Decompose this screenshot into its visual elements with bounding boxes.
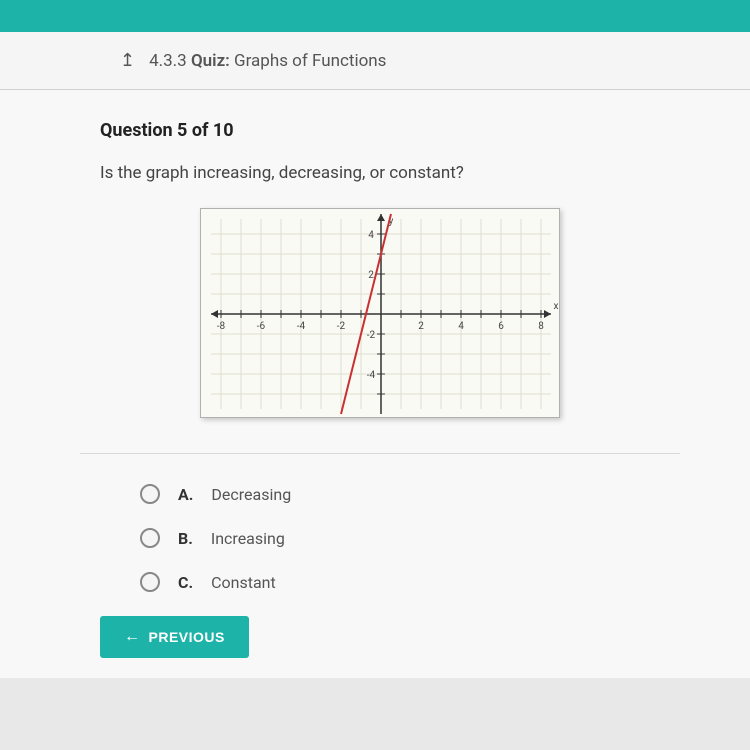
radio-a[interactable] xyxy=(140,484,160,504)
svg-text:-4: -4 xyxy=(367,370,376,381)
svg-text:4: 4 xyxy=(368,230,374,241)
options-list: A. Decreasing B. Increasing C. Constant xyxy=(100,484,660,592)
option-a[interactable]: A. Decreasing xyxy=(140,484,660,504)
back-arrow-icon[interactable]: ↥ xyxy=(120,50,135,71)
radio-b[interactable] xyxy=(140,528,160,548)
question-number: Question 5 of 10 xyxy=(100,120,660,141)
graph-svg: -8-6 -4-2 24 68 42 -2-4 yx xyxy=(201,209,561,419)
svg-text:2: 2 xyxy=(368,270,374,281)
content-area: Question 5 of 10 Is the graph increasing… xyxy=(0,90,750,678)
divider xyxy=(80,453,680,454)
svg-text:-2: -2 xyxy=(337,321,346,332)
option-text: Decreasing xyxy=(211,485,291,504)
header-text: 4.3.3 Quiz: Graphs of Functions xyxy=(149,51,386,71)
svg-text:-4: -4 xyxy=(297,321,306,332)
svg-text:6: 6 xyxy=(498,321,504,332)
svg-text:-8: -8 xyxy=(217,321,226,332)
svg-text:-2: -2 xyxy=(367,330,376,341)
radio-c[interactable] xyxy=(140,572,160,592)
option-letter: B. xyxy=(178,529,193,548)
previous-button[interactable]: ← PREVIOUS xyxy=(100,616,249,658)
quiz-label: Quiz: xyxy=(191,51,230,71)
svg-text:x: x xyxy=(554,301,559,312)
graph-container: -8-6 -4-2 24 68 42 -2-4 yx xyxy=(100,208,660,418)
quiz-title: Graphs of Functions xyxy=(234,51,386,71)
arrow-left-icon: ← xyxy=(124,628,141,646)
graph: -8-6 -4-2 24 68 42 -2-4 yx xyxy=(200,208,560,418)
option-b[interactable]: B. Increasing xyxy=(140,528,660,548)
section-number: 4.3.3 xyxy=(149,51,187,71)
option-letter: A. xyxy=(178,485,193,504)
svg-text:4: 4 xyxy=(458,321,464,332)
svg-text:2: 2 xyxy=(418,321,424,332)
previous-label: PREVIOUS xyxy=(149,629,225,645)
option-text: Constant xyxy=(211,573,276,592)
svg-text:-6: -6 xyxy=(257,321,266,332)
question-text: Is the graph increasing, decreasing, or … xyxy=(100,163,660,183)
option-c[interactable]: C. Constant xyxy=(140,572,660,592)
svg-text:8: 8 xyxy=(538,321,544,332)
option-text: Increasing xyxy=(211,529,285,548)
top-banner xyxy=(0,0,750,32)
option-letter: C. xyxy=(178,573,193,592)
quiz-header: ↥ 4.3.3 Quiz: Graphs of Functions xyxy=(0,32,750,90)
